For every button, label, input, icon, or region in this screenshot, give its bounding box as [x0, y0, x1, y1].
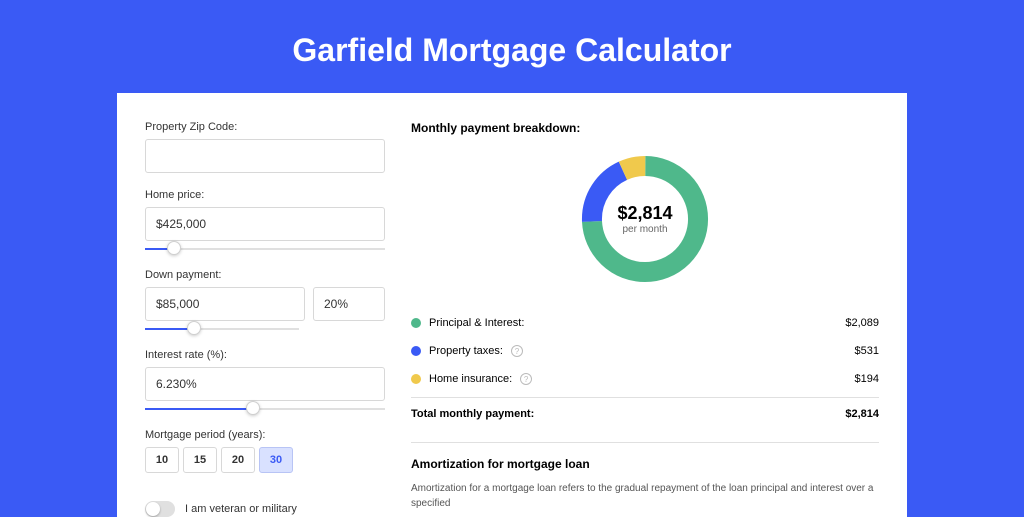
home-price-label: Home price:: [145, 189, 385, 201]
down-payment-slider[interactable]: [145, 325, 299, 333]
total-row: Total monthly payment: $2,814: [411, 398, 879, 430]
breakdown-title: Monthly payment breakdown:: [411, 121, 879, 135]
down-payment-input[interactable]: [145, 287, 305, 321]
zip-field: Property Zip Code:: [145, 121, 385, 173]
calculator-card: Property Zip Code: Home price: Down paym…: [117, 93, 907, 517]
donut-chart: $2,814 per month: [411, 149, 879, 289]
home-price-slider[interactable]: [145, 245, 385, 253]
legend-row: Property taxes:? $531: [411, 337, 879, 365]
legend-label: Home insurance:: [429, 373, 512, 385]
period-label: Mortgage period (years):: [145, 429, 385, 441]
help-icon[interactable]: ?: [511, 345, 523, 357]
slider-thumb[interactable]: [187, 321, 201, 335]
period-field: Mortgage period (years): 10152030: [145, 429, 385, 473]
donut-amount: $2,814: [617, 203, 672, 224]
legend-value: $531: [855, 345, 879, 357]
legend-row: Home insurance:? $194: [411, 365, 879, 393]
legend-dot: [411, 318, 421, 328]
donut-sub: per month: [622, 224, 667, 235]
home-price-input[interactable]: [145, 207, 385, 241]
period-button-30[interactable]: 30: [259, 447, 293, 473]
period-button-10[interactable]: 10: [145, 447, 179, 473]
interest-slider[interactable]: [145, 405, 385, 413]
interest-input[interactable]: [145, 367, 385, 401]
home-price-field: Home price:: [145, 189, 385, 253]
amortization-section: Amortization for mortgage loan Amortizat…: [411, 442, 879, 511]
input-panel: Property Zip Code: Home price: Down paym…: [145, 121, 385, 517]
period-button-15[interactable]: 15: [183, 447, 217, 473]
zip-input[interactable]: [145, 139, 385, 173]
zip-label: Property Zip Code:: [145, 121, 385, 133]
amortization-text: Amortization for a mortgage loan refers …: [411, 481, 879, 511]
amortization-title: Amortization for mortgage loan: [411, 457, 879, 471]
legend-label: Principal & Interest:: [429, 317, 524, 329]
down-payment-pct-input[interactable]: [313, 287, 385, 321]
help-icon[interactable]: ?: [520, 373, 532, 385]
legend-row: Principal & Interest: $2,089: [411, 309, 879, 337]
period-button-20[interactable]: 20: [221, 447, 255, 473]
legend-label: Property taxes:: [429, 345, 503, 357]
veteran-label: I am veteran or military: [185, 503, 297, 515]
legend-dot: [411, 374, 421, 384]
breakdown-panel: Monthly payment breakdown: $2,814 per mo…: [411, 121, 879, 517]
veteran-row: I am veteran or military: [145, 501, 385, 517]
down-payment-label: Down payment:: [145, 269, 385, 281]
legend-value: $2,089: [845, 317, 879, 329]
slider-thumb[interactable]: [167, 241, 181, 255]
total-value: $2,814: [845, 408, 879, 420]
page-title: Garfield Mortgage Calculator: [0, 0, 1024, 93]
toggle-thumb: [146, 502, 160, 516]
legend-dot: [411, 346, 421, 356]
slider-thumb[interactable]: [246, 401, 260, 415]
total-label: Total monthly payment:: [411, 408, 534, 420]
legend-value: $194: [855, 373, 879, 385]
veteran-toggle[interactable]: [145, 501, 175, 517]
interest-field: Interest rate (%):: [145, 349, 385, 413]
interest-label: Interest rate (%):: [145, 349, 385, 361]
down-payment-field: Down payment:: [145, 269, 385, 333]
